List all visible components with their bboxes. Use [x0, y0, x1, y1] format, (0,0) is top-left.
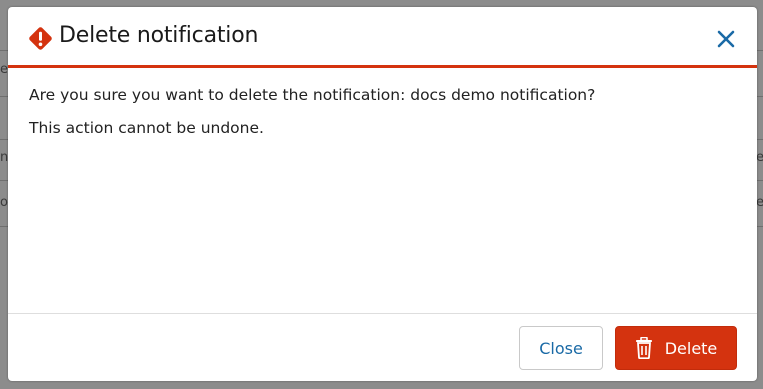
close-button[interactable]: Close	[519, 326, 603, 370]
background-text-fragment: e	[756, 195, 763, 210]
trash-icon	[635, 336, 653, 360]
dialog-title: Delete notification	[59, 23, 259, 48]
delete-button-label: Delete	[664, 338, 718, 358]
delete-notification-dialog: Delete notification Are you sure you wan…	[8, 7, 757, 381]
dialog-body: Are you sure you want to delete the noti…	[29, 79, 729, 145]
close-x-icon[interactable]	[714, 27, 738, 51]
background-text-fragment: e	[756, 150, 763, 165]
background-text-fragment: n	[0, 150, 9, 165]
background-text-fragment: o	[0, 195, 8, 210]
warning-message: This action cannot be undone.	[29, 119, 264, 137]
background-text-fragment: e	[0, 62, 8, 77]
dialog-header: Delete notification	[8, 7, 757, 68]
delete-button[interactable]: Delete	[615, 326, 737, 370]
dialog-footer: Close Delete	[8, 313, 757, 381]
warning-diamond-icon	[28, 26, 53, 51]
confirmation-message: Are you sure you want to delete the noti…	[29, 86, 596, 104]
